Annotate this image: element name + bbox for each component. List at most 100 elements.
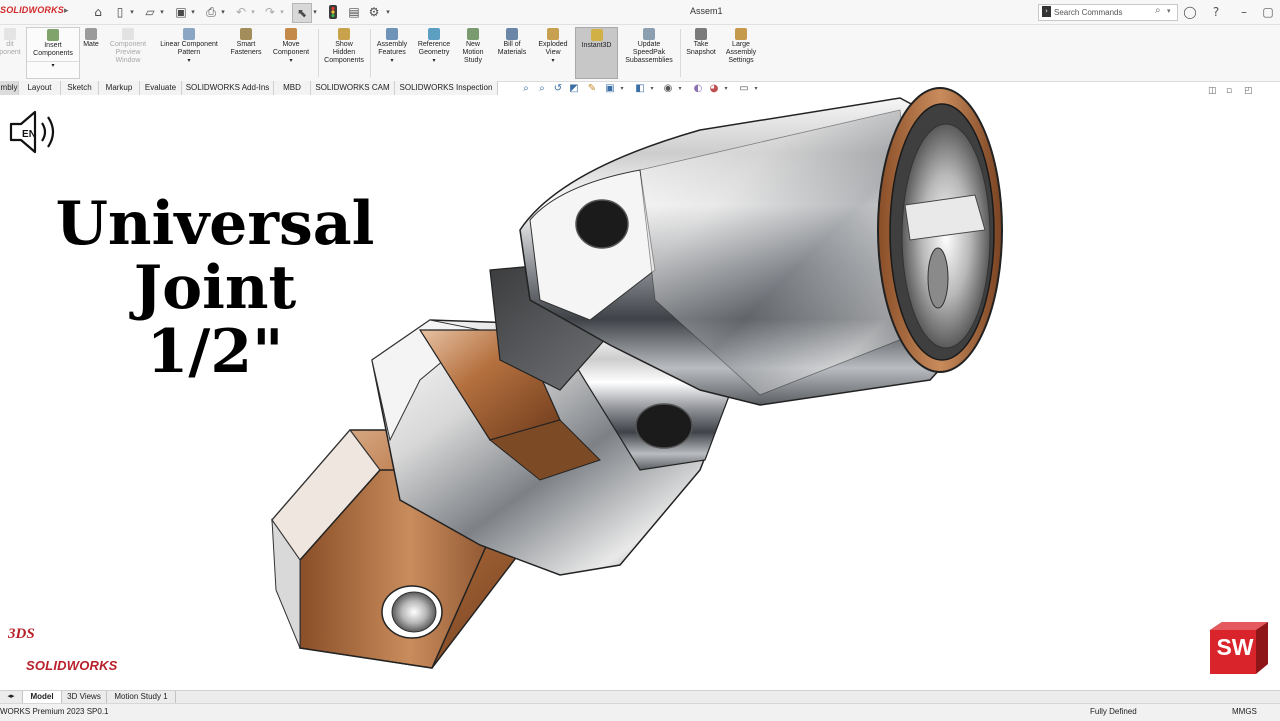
button-label: Settings bbox=[728, 57, 754, 64]
section-view-icon[interactable]: ◩ bbox=[568, 83, 580, 95]
component-preview-window-button[interactable]: Component Preview Window bbox=[104, 27, 152, 79]
bill-of-materials-icon bbox=[506, 28, 518, 40]
edit-component-button[interactable]: dit ponent bbox=[0, 27, 24, 79]
view-orientation-icon[interactable]: ▣ bbox=[604, 83, 616, 95]
open-folder-icon[interactable]: ▱ bbox=[142, 3, 158, 21]
save-dropdown-icon[interactable]: ▾ bbox=[189, 3, 197, 21]
redo-dropdown-icon[interactable]: ▾ bbox=[278, 3, 286, 21]
assembly-features-button[interactable]: Assembly Features ▾ bbox=[372, 27, 412, 79]
print-dropdown-icon[interactable]: ▾ bbox=[219, 3, 227, 21]
motion-study-icon bbox=[467, 28, 479, 40]
command-manager-ribbon: dit ponent Insert Components ▾ Mate Comp… bbox=[0, 25, 1280, 82]
redo-icon[interactable]: ↷ bbox=[262, 3, 278, 21]
command-prompt-icon: › bbox=[1042, 6, 1051, 17]
view-settings-dropdown-icon[interactable]: ▾ bbox=[750, 83, 762, 95]
zoom-to-fit-icon[interactable]: ⌕ bbox=[520, 83, 532, 95]
search-commands-box[interactable]: › ⌕ ▾ bbox=[1038, 4, 1178, 21]
linear-component-pattern-button[interactable]: Linear Component Pattern ▾ bbox=[154, 27, 224, 79]
zoom-to-area-icon[interactable]: ⌕ bbox=[536, 83, 548, 95]
view-settings-icon[interactable]: ▭ bbox=[738, 83, 750, 95]
apply-scene-icon[interactable]: ◕ bbox=[708, 83, 720, 95]
new-dropdown-icon[interactable]: ▾ bbox=[128, 3, 136, 21]
display-style-icon[interactable]: ◧ bbox=[634, 83, 646, 95]
tab-solidworks-inspection[interactable]: SOLIDWORKS Inspection bbox=[395, 81, 498, 95]
mate-button[interactable]: Mate bbox=[80, 27, 102, 79]
rebuild-icon[interactable] bbox=[326, 3, 340, 21]
button-label: Move bbox=[282, 41, 300, 48]
view-orientation-dropdown-icon[interactable]: ▾ bbox=[616, 83, 628, 95]
window-restore-icon[interactable]: ◰ bbox=[1244, 86, 1254, 96]
tab-motion-study-1[interactable]: Motion Study 1 bbox=[107, 691, 176, 703]
dropdown-icon[interactable]: ▾ bbox=[154, 57, 224, 65]
home-icon[interactable]: ⌂ bbox=[90, 3, 106, 21]
edit-appearance-icon[interactable]: ◐ bbox=[692, 83, 704, 95]
user-icon[interactable]: ◯ bbox=[1182, 4, 1198, 20]
status-units[interactable]: MMGS bbox=[1232, 706, 1257, 718]
gear-icon[interactable]: ⚙ bbox=[366, 3, 382, 21]
options-dropdown-icon[interactable]: ▾ bbox=[384, 3, 392, 21]
large-assembly-settings-button[interactable]: Large Assembly Settings bbox=[722, 27, 760, 79]
button-label: Features bbox=[378, 49, 406, 56]
socket-opening bbox=[877, 87, 1003, 373]
search-icon[interactable]: ⌕ bbox=[1155, 5, 1161, 16]
display-style-dropdown-icon[interactable]: ▾ bbox=[646, 83, 658, 95]
tab-markup[interactable]: Markup bbox=[99, 81, 140, 95]
file-properties-icon[interactable]: ▤ bbox=[346, 3, 362, 21]
new-motion-study-button[interactable]: New Motion Study bbox=[457, 27, 489, 79]
save-icon[interactable]: ▣ bbox=[173, 3, 189, 21]
search-dropdown-icon[interactable]: ▾ bbox=[1167, 7, 1171, 15]
smart-fasteners-button[interactable]: Smart Fasteners bbox=[228, 27, 264, 79]
undo-dropdown-icon[interactable]: ▾ bbox=[249, 3, 257, 21]
insert-components-button[interactable]: Insert Components ▾ bbox=[26, 27, 80, 79]
dynamic-annotation-icon[interactable]: ✎ bbox=[586, 83, 598, 95]
select-arrow-icon[interactable]: ⬉ bbox=[292, 3, 312, 23]
tab-solidworks-add-ins[interactable]: SOLIDWORKS Add-Ins bbox=[182, 81, 274, 95]
button-label: Instant3D bbox=[581, 42, 612, 49]
new-document-icon[interactable]: ▯ bbox=[112, 3, 128, 21]
take-snapshot-button[interactable]: Take Snapshot bbox=[682, 27, 720, 79]
hide-show-items-icon[interactable]: ◉ bbox=[662, 83, 674, 95]
app-menu-arrow-icon[interactable]: ▸ bbox=[64, 6, 69, 16]
tab-solidworks-cam[interactable]: SOLIDWORKS CAM bbox=[311, 81, 395, 95]
open-dropdown-icon[interactable]: ▾ bbox=[158, 3, 166, 21]
tab-scroll-arrows-icon[interactable]: ◂▸ bbox=[0, 691, 23, 703]
reference-geometry-button[interactable]: Reference Geometry ▾ bbox=[413, 27, 455, 79]
dropdown-icon[interactable]: ▾ bbox=[413, 57, 455, 65]
tab-layout[interactable]: Layout bbox=[19, 81, 61, 95]
mate-icon bbox=[85, 28, 97, 40]
dropdown-icon[interactable]: ▾ bbox=[372, 57, 412, 65]
previous-view-icon[interactable]: ↺ bbox=[552, 83, 564, 95]
insert-components-dropdown-icon[interactable]: ▾ bbox=[27, 61, 79, 70]
minimize-icon[interactable]: – bbox=[1236, 4, 1252, 20]
tab-assembly[interactable]: mbly bbox=[0, 81, 19, 95]
hide-show-dropdown-icon[interactable]: ▾ bbox=[674, 83, 686, 95]
tab-sketch[interactable]: Sketch bbox=[61, 81, 99, 95]
apply-scene-dropdown-icon[interactable]: ▾ bbox=[720, 83, 732, 95]
exploded-view-button[interactable]: Exploded View ▾ bbox=[534, 27, 572, 79]
language-badge: EN bbox=[22, 129, 36, 140]
dropdown-icon[interactable]: ▾ bbox=[534, 57, 572, 65]
move-component-button[interactable]: Move Component ▾ bbox=[268, 27, 314, 79]
instant3d-button[interactable]: Instant3D bbox=[575, 27, 618, 79]
restore-icon[interactable]: ▢ bbox=[1260, 4, 1276, 20]
show-hidden-icon bbox=[338, 28, 350, 40]
show-hidden-components-button[interactable]: Show Hidden Components bbox=[320, 27, 368, 79]
bill-of-materials-button[interactable]: Bill of Materials bbox=[493, 27, 531, 79]
button-label: Bill of bbox=[503, 41, 521, 48]
tab-mbd[interactable]: MBD bbox=[274, 81, 311, 95]
search-input[interactable] bbox=[1054, 5, 1152, 20]
window-minimize-icon[interactable]: ▫ bbox=[1226, 86, 1236, 96]
print-icon[interactable]: ⎙ bbox=[203, 3, 219, 21]
tab-evaluate[interactable]: Evaluate bbox=[140, 81, 182, 95]
tab-3d-views[interactable]: 3D Views bbox=[62, 691, 107, 703]
help-icon[interactable]: ? bbox=[1208, 4, 1224, 20]
document-tabs: ◂▸ Model 3D Views Motion Study 1 bbox=[0, 690, 1280, 703]
button-label: View bbox=[545, 49, 561, 56]
update-speedpak-button[interactable]: Update SpeedPak Subassemblies bbox=[620, 27, 678, 79]
dropdown-icon[interactable]: ▾ bbox=[268, 57, 314, 65]
undo-icon[interactable]: ↶ bbox=[233, 3, 249, 21]
speaker-icon[interactable]: EN bbox=[8, 108, 62, 156]
select-dropdown-icon[interactable]: ▾ bbox=[311, 3, 319, 21]
tab-model[interactable]: Model bbox=[23, 691, 62, 703]
split-view-icon[interactable]: ◫ bbox=[1208, 86, 1218, 96]
